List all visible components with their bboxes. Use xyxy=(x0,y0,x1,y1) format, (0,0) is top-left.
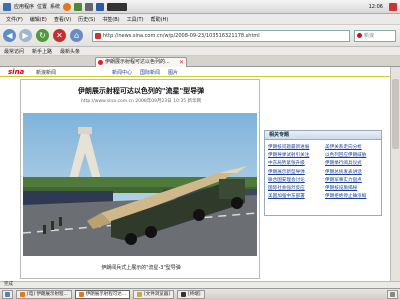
tab-active[interactable]: 伊朗展示射程可达以色列的... ✕ xyxy=(95,57,187,67)
bookmark-latest-headlines[interactable]: 最新头条 xyxy=(60,48,80,55)
mail-launcher-icon[interactable] xyxy=(74,2,83,11)
related-link[interactable]: 联合国安理会讨论 xyxy=(268,177,321,183)
firefox-icon xyxy=(78,292,84,297)
related-link[interactable]: 伊朗拒绝停止铀浓缩 xyxy=(325,193,378,199)
bookmark-most-visited[interactable]: 最常访问 xyxy=(4,48,24,55)
url-text: http://news.sina.com.cn/w/p/2008-09-23/1… xyxy=(103,33,260,39)
tab-strip: 伊朗展示射程可达以色列的... ✕ xyxy=(0,56,400,67)
nav-link-world[interactable]: 国际新闻 xyxy=(138,69,162,76)
photo-caption: 伊朗阅兵式上展示的"流星-3"型导弹 xyxy=(101,265,181,271)
vertical-scrollbar[interactable] xyxy=(390,67,400,281)
clock[interactable]: 12:06 xyxy=(369,4,383,10)
trash-button[interactable] xyxy=(387,290,398,299)
related-link[interactable]: 伊朗核问题最新进展 xyxy=(268,144,321,150)
show-desktop-button[interactable] xyxy=(2,290,13,299)
menubar: 文件(F) 编辑(E) 查看(V) 历史(S) 书签(B) 工具(T) 帮助(H… xyxy=(0,14,400,25)
terminal-launcher-icon[interactable] xyxy=(85,2,94,11)
menu-tools[interactable]: 工具(T) xyxy=(127,16,144,23)
applications-menu[interactable]: 应用程序 xyxy=(14,3,34,10)
related-link[interactable]: 中东局势紧张升级 xyxy=(268,160,321,166)
workspace-applet[interactable] xyxy=(107,2,128,11)
back-icon[interactable]: ◀ xyxy=(3,29,16,42)
places-menu[interactable]: 位置 xyxy=(37,3,47,10)
menu-history[interactable]: 历史(S) xyxy=(78,16,95,23)
tab-label: 伊朗展示射程可达以色列的... xyxy=(105,59,170,65)
search-engine-icon[interactable] xyxy=(357,33,362,38)
related-link[interactable]: 以色列回应伊朗威胁 xyxy=(325,152,378,158)
tab-favicon-icon xyxy=(98,60,103,65)
related-link[interactable]: 伊朗核设施揭秘 xyxy=(325,185,378,191)
related-link[interactable]: 伊朗总统发表讲话 xyxy=(325,169,378,175)
forward-icon[interactable]: ▶ xyxy=(19,29,32,42)
article-headline: 伊朗展示射程可达以色列的"流星"型导弹 xyxy=(77,87,205,95)
site-name[interactable]: 新浪新闻 xyxy=(36,69,56,76)
related-link[interactable]: 国际社会强烈反应 xyxy=(268,185,321,191)
article-dateline: http://www.sina.com.cn 2008年09月23日 10:35… xyxy=(80,99,201,104)
bookmark-getting-started[interactable]: 新手上路 xyxy=(32,48,52,55)
missile-parade-photo xyxy=(23,113,257,256)
url-input[interactable]: http://news.sina.com.cn/w/p/2008-09-23/1… xyxy=(92,30,350,42)
foot-icon[interactable] xyxy=(3,2,11,11)
power-icon[interactable] xyxy=(389,2,397,11)
related-links-title: 相关专题 xyxy=(265,131,381,140)
gnome-top-panel: 应用程序 位置 系统 12:06 xyxy=(0,0,400,14)
related-link[interactable]: 伊朗军事实力盘点 xyxy=(325,177,378,183)
folder-icon xyxy=(137,292,143,297)
terminal-icon xyxy=(181,292,187,297)
menu-edit[interactable]: 编辑(E) xyxy=(30,16,47,23)
taskbar-item-active[interactable]: 伊朗展示射程可达... xyxy=(74,290,131,299)
firefox-launcher-icon[interactable] xyxy=(63,2,72,11)
menu-file[interactable]: 文件(F) xyxy=(6,16,23,23)
nav-link-photos[interactable]: 图片 xyxy=(166,69,180,76)
page-viewport: sina 新浪新闻 新闻中心 国际新闻 图片 伊朗展示射程可达以色列的"流星"型… xyxy=(0,67,400,281)
site-favicon-icon xyxy=(95,33,101,39)
related-link[interactable]: 伊朗举行阅兵仪式 xyxy=(325,160,378,166)
taskbar-item[interactable]: [电] 伊朗展示射程... xyxy=(16,290,72,299)
related-link[interactable]: 美伊关系走向分析 xyxy=(325,144,378,150)
related-links-list: 伊朗核问题最新进展 美伊关系走向分析 伊朗导弹试射引关注 以色列回应伊朗威胁 中… xyxy=(265,140,381,203)
firefox-icon xyxy=(20,292,25,297)
news-article: 伊朗展示射程可达以色列的"流星"型导弹 http://www.sina.com.… xyxy=(20,79,260,279)
site-header: sina 新浪新闻 新闻中心 国际新闻 图片 xyxy=(0,67,400,77)
related-link[interactable]: 伊朗导弹试射引关注 xyxy=(268,152,321,158)
desktop-icon xyxy=(5,292,10,297)
status-bar: 完成 xyxy=(0,281,400,288)
trash-icon xyxy=(390,292,395,297)
taskbar-item[interactable]: [文件浏览器] xyxy=(133,290,175,299)
bookmarks-toolbar: 最常访问 新手上路 最新头条 xyxy=(0,47,400,56)
tab-close-icon[interactable]: ✕ xyxy=(179,58,184,67)
scrollbar-thumb[interactable] xyxy=(392,79,399,149)
navigation-toolbar: ◀ ▶ ↻ ✕ ⌂ http://news.sina.com.cn/w/p/20… xyxy=(0,25,400,47)
menu-view[interactable]: 查看(V) xyxy=(54,16,71,23)
stop-icon[interactable]: ✕ xyxy=(53,29,66,42)
help-launcher-icon[interactable] xyxy=(96,2,105,11)
taskbar-item[interactable]: [终端] xyxy=(177,290,205,299)
site-nav: 新闻中心 国际新闻 图片 xyxy=(110,69,180,76)
related-link[interactable]: 美国加强中东部署 xyxy=(268,193,321,199)
home-icon[interactable]: ⌂ xyxy=(70,29,83,42)
news-photo[interactable] xyxy=(23,113,257,256)
search-input[interactable]: 新浪 xyxy=(354,30,396,42)
related-link[interactable]: 伊朗展示新型导弹 xyxy=(268,169,321,175)
system-menu[interactable]: 系统 xyxy=(50,3,60,10)
menu-help[interactable]: 帮助(H) xyxy=(151,16,169,23)
menu-bookmarks[interactable]: 书签(B) xyxy=(102,16,119,23)
related-links-box: 相关专题 伊朗核问题最新进展 美伊关系走向分析 伊朗导弹试射引关注 以色列回应伊… xyxy=(264,130,382,216)
sina-logo[interactable]: sina xyxy=(8,68,24,76)
search-engine-label: 新浪 xyxy=(364,33,375,39)
reload-icon[interactable]: ↻ xyxy=(36,29,49,42)
nav-link-news-center[interactable]: 新闻中心 xyxy=(110,69,134,76)
taskbar: [电] 伊朗展示射程... 伊朗展示射程可达... [文件浏览器] [终端] xyxy=(0,288,400,300)
